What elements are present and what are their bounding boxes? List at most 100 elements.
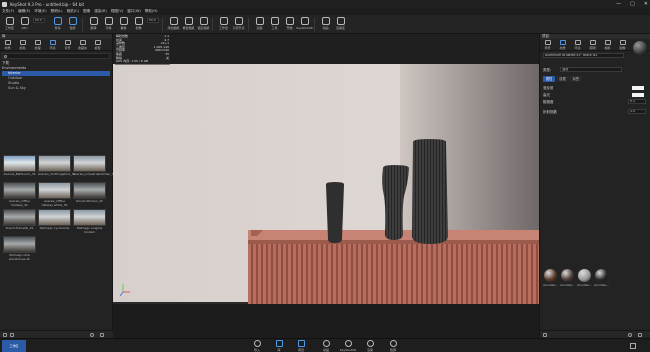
fov-dropdown[interactable]: 50.0 — [147, 18, 159, 23]
add-icon[interactable] — [543, 333, 547, 337]
subtab-labels[interactable]: 标签 — [569, 76, 583, 82]
menu-edit[interactable]: 编辑(E) — [18, 9, 30, 14]
tab-lighting[interactable]: 照明 — [585, 39, 600, 50]
tab-materials[interactable]: 材质 — [0, 39, 15, 50]
ior-field[interactable]: 1.5 — [628, 109, 646, 114]
tab-environment[interactable]: 环境 — [570, 39, 585, 50]
environment-thumbnail[interactable]: Italmago slow storehouse 4k — [3, 236, 36, 262]
environment-thumbnail[interactable]: Aversis_Bathroom_3k — [3, 155, 36, 181]
keyshotxr-icon — [300, 17, 309, 25]
material-thumbnail[interactable]: Anodize... — [543, 269, 558, 293]
zoom-icon[interactable] — [90, 333, 94, 337]
animation-toolbar-button[interactable]: 动画 — [318, 16, 333, 33]
grid-view-icon[interactable] — [638, 333, 642, 337]
material-preview[interactable] — [633, 41, 647, 55]
tab-colors[interactable]: 颜色 — [15, 39, 30, 50]
studio-button[interactable]: 工作室 — [216, 16, 231, 33]
project-button[interactable]: 项目 — [292, 340, 310, 352]
cpu-usage-dropdown[interactable]: 50.0 — [33, 18, 45, 23]
tab-image[interactable]: 图像 — [615, 39, 630, 50]
add-camera-button[interactable]: 添加相机 — [166, 16, 181, 33]
material-icon — [559, 40, 566, 45]
window-controls: — ▢ ✕ — [616, 0, 648, 8]
library-search-input[interactable] — [2, 53, 110, 59]
diffuse-color-swatch[interactable] — [632, 86, 644, 90]
render-region-button[interactable]: 渲染区 — [333, 16, 348, 33]
menu-render[interactable]: 渲染(R) — [94, 9, 107, 14]
pause-button[interactable]: 暂停 — [50, 16, 65, 33]
keyshotxr-button[interactable]: KeyShotXR — [339, 340, 357, 352]
zoom-icon[interactable] — [628, 333, 632, 337]
environment-thumbnail[interactable]: Italmago enigma modern — [73, 209, 106, 235]
environment-thumbnail[interactable]: Aversis_Industrialkitchen_3k — [73, 155, 115, 181]
import-button[interactable]: 导入 — [248, 340, 266, 352]
pan-button[interactable]: 平移 — [101, 16, 116, 33]
tab-favorites[interactable]: 收藏夹 — [75, 39, 90, 50]
material-type-dropdown[interactable]: 油漆 — [560, 67, 622, 72]
minimize-button[interactable]: — — [616, 0, 621, 8]
tab-backplates[interactable]: 背景 — [60, 39, 75, 50]
close-button[interactable]: ✕ — [644, 0, 648, 8]
expand-icon[interactable] — [630, 343, 636, 349]
thumbnail-image — [38, 155, 71, 172]
subtab-textures[interactable]: 纹理 — [556, 76, 569, 82]
menu-lighting[interactable]: 照明(L) — [51, 9, 63, 14]
reset-camera-button[interactable]: 重置相机 — [181, 16, 196, 33]
environment-thumbnail[interactable]: Aversis_Clothingstore_3k — [38, 155, 75, 181]
library-button[interactable]: 库 — [270, 340, 288, 352]
material-thumbnail[interactable]: Anodize... — [594, 269, 609, 293]
tab-models[interactable]: 模型 — [90, 39, 105, 50]
perspective-button[interactable]: 视角 — [131, 16, 146, 33]
menu-bar: 文件(F) 编辑(E) 环境(E) 照明(L) 相机(C) 图像 渲染(R) 视… — [0, 8, 650, 15]
upload-icon[interactable] — [3, 333, 7, 337]
render-toolbar-button[interactable]: 渲染 — [252, 16, 267, 33]
tools-button[interactable]: 工具 — [267, 16, 282, 33]
material-thumbnail[interactable]: Anodize... — [560, 269, 575, 293]
menu-camera[interactable]: 相机(C) — [67, 9, 80, 14]
render-viewport[interactable]: 每秒帧数 1.1 时间 4.7 采样数 2k+1 三角形 1,005,140 分辨率 98… — [113, 34, 539, 304]
environment-thumbnail[interactable]: Dosch-Trainstill_2k — [3, 209, 36, 235]
subtab-properties[interactable]: 属性 — [543, 76, 556, 82]
screenshot-button[interactable]: 截屏 — [384, 340, 402, 352]
tab-environments[interactable]: 环境 — [45, 39, 60, 50]
workspace-tab[interactable]: 工作区 — [2, 340, 26, 352]
menu-image[interactable]: 图像 — [83, 9, 90, 14]
animation-button[interactable]: 动画 — [317, 340, 335, 352]
tumble-button[interactable]: 翻译 — [86, 16, 101, 33]
geometry-nodes-button[interactable]: 几何节点 — [231, 16, 246, 33]
material-name-field[interactable]: Aluminum Brushed 45° Black #2 — [543, 53, 624, 58]
tab-scene[interactable]: 场景 — [540, 39, 555, 50]
start-icon — [285, 17, 294, 25]
folder-icon[interactable] — [10, 333, 14, 337]
start-button[interactable]: 开始 — [282, 16, 297, 33]
specular-color-swatch[interactable] — [632, 93, 644, 97]
render-region-icon — [336, 17, 345, 25]
render-button[interactable]: 渲染 — [361, 340, 379, 352]
menu-window[interactable]: 窗口(W) — [127, 9, 141, 14]
tab-textures[interactable]: 纹理 — [30, 39, 45, 50]
environment-thumbnail[interactable]: Aversis_Office hallway white_3k — [38, 182, 71, 208]
tab-camera[interactable]: 相机 — [600, 39, 615, 50]
keyshotxr-toolbar-button[interactable]: KeyShotXR — [296, 16, 313, 33]
dolly-button[interactable]: 推移 — [116, 16, 131, 33]
maximize-button[interactable]: ▢ — [630, 0, 635, 8]
roughness-label: 粗糙度 — [543, 100, 554, 104]
gpu-memory-readout: GPU 内存: 1.55 / 6 GB — [116, 59, 149, 64]
workspace-button[interactable]: 工作区 — [2, 16, 17, 33]
material-thumbnail[interactable]: Anodize... — [577, 269, 592, 293]
grid-view-icon[interactable] — [100, 333, 104, 337]
environment-thumbnail[interactable]: Dosch-Kitchen_3k — [73, 182, 106, 208]
cpu-button[interactable]: CPU — [17, 16, 32, 33]
environment-thumbnail[interactable]: Italmago cyclorama — [38, 209, 71, 235]
viewport-margin — [113, 304, 539, 338]
performance-button[interactable]: 性能 — [65, 16, 80, 33]
lock-camera-button[interactable]: 锁定相机 — [196, 16, 211, 33]
menu-view[interactable]: 视图(V) — [111, 9, 123, 14]
menu-file[interactable]: 文件(F) — [2, 9, 14, 14]
tab-material[interactable]: 材质 — [555, 39, 570, 50]
tree-item-sun-sky[interactable]: Sun & Sky — [2, 86, 110, 91]
menu-environment[interactable]: 环境(E) — [34, 9, 46, 14]
menu-help[interactable]: 帮助(H) — [145, 9, 158, 14]
environment-thumbnail[interactable]: Aversis_Office hallway_4k — [3, 182, 36, 208]
roughness-field[interactable]: 0.1 — [628, 99, 646, 104]
